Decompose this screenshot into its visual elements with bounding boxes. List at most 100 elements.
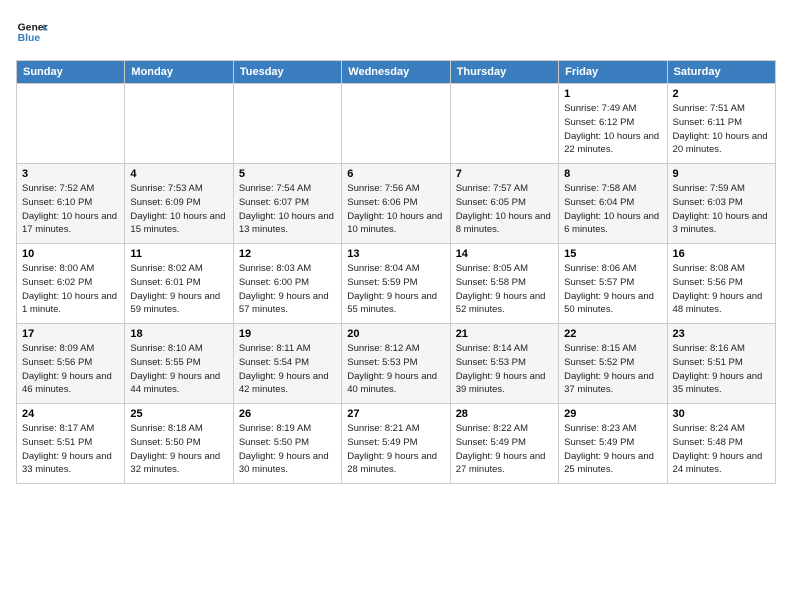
weekday-header: Tuesday bbox=[233, 61, 341, 84]
weekday-header: Thursday bbox=[450, 61, 558, 84]
calendar-cell: 8 Sunrise: 7:58 AM Sunset: 6:04 PM Daylig… bbox=[559, 164, 667, 244]
day-info: Sunrise: 8:12 AM Sunset: 5:53 PM Dayligh… bbox=[347, 342, 444, 397]
day-info: Sunrise: 8:15 AM Sunset: 5:52 PM Dayligh… bbox=[564, 342, 661, 397]
calendar-cell: 24 Sunrise: 8:17 AM Sunset: 5:51 PM Dayli… bbox=[17, 404, 125, 484]
day-info: Sunrise: 7:52 AM Sunset: 6:10 PM Dayligh… bbox=[22, 182, 119, 237]
day-number: 16 bbox=[673, 248, 770, 260]
day-number: 26 bbox=[239, 408, 336, 420]
calendar-cell bbox=[125, 84, 233, 164]
day-info: Sunrise: 8:02 AM Sunset: 6:01 PM Dayligh… bbox=[130, 262, 227, 317]
calendar-cell: 4 Sunrise: 7:53 AM Sunset: 6:09 PM Daylig… bbox=[125, 164, 233, 244]
day-number: 21 bbox=[456, 328, 553, 340]
calendar-cell: 12 Sunrise: 8:03 AM Sunset: 6:00 PM Dayli… bbox=[233, 244, 341, 324]
calendar-cell: 20 Sunrise: 8:12 AM Sunset: 5:53 PM Dayli… bbox=[342, 324, 450, 404]
weekday-header: Monday bbox=[125, 61, 233, 84]
calendar-cell bbox=[233, 84, 341, 164]
calendar-cell: 18 Sunrise: 8:10 AM Sunset: 5:55 PM Dayli… bbox=[125, 324, 233, 404]
calendar-cell: 7 Sunrise: 7:57 AM Sunset: 6:05 PM Daylig… bbox=[450, 164, 558, 244]
day-number: 23 bbox=[673, 328, 770, 340]
day-number: 12 bbox=[239, 248, 336, 260]
day-number: 25 bbox=[130, 408, 227, 420]
day-number: 30 bbox=[673, 408, 770, 420]
day-number: 20 bbox=[347, 328, 444, 340]
calendar-cell: 28 Sunrise: 8:22 AM Sunset: 5:49 PM Dayli… bbox=[450, 404, 558, 484]
calendar-week-row: 17 Sunrise: 8:09 AM Sunset: 5:56 PM Dayli… bbox=[17, 324, 776, 404]
day-number: 3 bbox=[22, 168, 119, 180]
calendar-cell bbox=[17, 84, 125, 164]
calendar-cell: 22 Sunrise: 8:15 AM Sunset: 5:52 PM Dayli… bbox=[559, 324, 667, 404]
day-number: 24 bbox=[22, 408, 119, 420]
calendar-cell: 10Sunrise: 8:00 AM Sunset: 6:02 PM Dayli… bbox=[17, 244, 125, 324]
calendar-cell: 6Sunrise: 7:56 AM Sunset: 6:06 PM Daylig… bbox=[342, 164, 450, 244]
calendar-week-row: 10Sunrise: 8:00 AM Sunset: 6:02 PM Dayli… bbox=[17, 244, 776, 324]
calendar-body: 1 Sunrise: 7:49 AM Sunset: 6:12 PM Daylig… bbox=[17, 84, 776, 484]
day-info: Sunrise: 7:51 AM Sunset: 6:11 PM Dayligh… bbox=[673, 102, 770, 157]
weekday-header: Wednesday bbox=[342, 61, 450, 84]
calendar-cell: 3 Sunrise: 7:52 AM Sunset: 6:10 PM Daylig… bbox=[17, 164, 125, 244]
day-info: Sunrise: 8:03 AM Sunset: 6:00 PM Dayligh… bbox=[239, 262, 336, 317]
day-number: 2 bbox=[673, 88, 770, 100]
day-number: 5 bbox=[239, 168, 336, 180]
day-info: Sunrise: 8:10 AM Sunset: 5:55 PM Dayligh… bbox=[130, 342, 227, 397]
calendar-cell: 16 Sunrise: 8:08 AM Sunset: 5:56 PM Dayli… bbox=[667, 244, 775, 324]
day-number: 4 bbox=[130, 168, 227, 180]
calendar-cell: 1 Sunrise: 7:49 AM Sunset: 6:12 PM Daylig… bbox=[559, 84, 667, 164]
day-info: Sunrise: 8:16 AM Sunset: 5:51 PM Dayligh… bbox=[673, 342, 770, 397]
day-info: Sunrise: 8:08 AM Sunset: 5:56 PM Dayligh… bbox=[673, 262, 770, 317]
day-info: Sunrise: 8:23 AM Sunset: 5:49 PM Dayligh… bbox=[564, 422, 661, 477]
day-info: Sunrise: 8:00 AM Sunset: 6:02 PM Dayligh… bbox=[22, 262, 119, 317]
day-info: Sunrise: 8:14 AM Sunset: 5:53 PM Dayligh… bbox=[456, 342, 553, 397]
day-info: Sunrise: 7:53 AM Sunset: 6:09 PM Dayligh… bbox=[130, 182, 227, 237]
day-number: 28 bbox=[456, 408, 553, 420]
calendar-cell: 17 Sunrise: 8:09 AM Sunset: 5:56 PM Dayli… bbox=[17, 324, 125, 404]
day-info: Sunrise: 7:59 AM Sunset: 6:03 PM Dayligh… bbox=[673, 182, 770, 237]
calendar-header-row: SundayMondayTuesdayWednesdayThursdayFrid… bbox=[17, 61, 776, 84]
calendar-cell: 27 Sunrise: 8:21 AM Sunset: 5:49 PM Dayli… bbox=[342, 404, 450, 484]
calendar-cell: 9Sunrise: 7:59 AM Sunset: 6:03 PM Daylig… bbox=[667, 164, 775, 244]
day-info: Sunrise: 8:09 AM Sunset: 5:56 PM Dayligh… bbox=[22, 342, 119, 397]
day-number: 18 bbox=[130, 328, 227, 340]
day-info: Sunrise: 7:57 AM Sunset: 6:05 PM Dayligh… bbox=[456, 182, 553, 237]
calendar-week-row: 3 Sunrise: 7:52 AM Sunset: 6:10 PM Daylig… bbox=[17, 164, 776, 244]
calendar-cell: 11Sunrise: 8:02 AM Sunset: 6:01 PM Dayli… bbox=[125, 244, 233, 324]
day-number: 14 bbox=[456, 248, 553, 260]
calendar-cell: 15 Sunrise: 8:06 AM Sunset: 5:57 PM Dayli… bbox=[559, 244, 667, 324]
day-info: Sunrise: 8:06 AM Sunset: 5:57 PM Dayligh… bbox=[564, 262, 661, 317]
day-number: 7 bbox=[456, 168, 553, 180]
weekday-header: Friday bbox=[559, 61, 667, 84]
day-info: Sunrise: 8:04 AM Sunset: 5:59 PM Dayligh… bbox=[347, 262, 444, 317]
calendar-cell: 5Sunrise: 7:54 AM Sunset: 6:07 PM Daylig… bbox=[233, 164, 341, 244]
day-number: 17 bbox=[22, 328, 119, 340]
calendar-week-row: 1 Sunrise: 7:49 AM Sunset: 6:12 PM Daylig… bbox=[17, 84, 776, 164]
calendar-cell: 2 Sunrise: 7:51 AM Sunset: 6:11 PM Daylig… bbox=[667, 84, 775, 164]
day-info: Sunrise: 8:17 AM Sunset: 5:51 PM Dayligh… bbox=[22, 422, 119, 477]
day-number: 6 bbox=[347, 168, 444, 180]
day-info: Sunrise: 8:19 AM Sunset: 5:50 PM Dayligh… bbox=[239, 422, 336, 477]
calendar-cell: 14 Sunrise: 8:05 AM Sunset: 5:58 PM Dayli… bbox=[450, 244, 558, 324]
day-info: Sunrise: 8:05 AM Sunset: 5:58 PM Dayligh… bbox=[456, 262, 553, 317]
day-info: Sunrise: 8:11 AM Sunset: 5:54 PM Dayligh… bbox=[239, 342, 336, 397]
day-number: 22 bbox=[564, 328, 661, 340]
calendar-cell: 21 Sunrise: 8:14 AM Sunset: 5:53 PM Dayli… bbox=[450, 324, 558, 404]
calendar-cell: 13 Sunrise: 8:04 AM Sunset: 5:59 PM Dayli… bbox=[342, 244, 450, 324]
svg-text:Blue: Blue bbox=[18, 33, 41, 44]
calendar-cell: 26 Sunrise: 8:19 AM Sunset: 5:50 PM Dayli… bbox=[233, 404, 341, 484]
day-number: 15 bbox=[564, 248, 661, 260]
logo: General Blue bbox=[16, 16, 48, 48]
day-number: 27 bbox=[347, 408, 444, 420]
day-number: 8 bbox=[564, 168, 661, 180]
weekday-header: Saturday bbox=[667, 61, 775, 84]
day-info: Sunrise: 8:22 AM Sunset: 5:49 PM Dayligh… bbox=[456, 422, 553, 477]
calendar-cell bbox=[450, 84, 558, 164]
calendar-cell: 23 Sunrise: 8:16 AM Sunset: 5:51 PM Dayli… bbox=[667, 324, 775, 404]
calendar-cell bbox=[342, 84, 450, 164]
calendar-cell: 25 Sunrise: 8:18 AM Sunset: 5:50 PM Dayli… bbox=[125, 404, 233, 484]
day-info: Sunrise: 8:21 AM Sunset: 5:49 PM Dayligh… bbox=[347, 422, 444, 477]
calendar-cell: 30Sunrise: 8:24 AM Sunset: 5:48 PM Dayli… bbox=[667, 404, 775, 484]
day-info: Sunrise: 7:58 AM Sunset: 6:04 PM Dayligh… bbox=[564, 182, 661, 237]
day-number: 13 bbox=[347, 248, 444, 260]
weekday-header: Sunday bbox=[17, 61, 125, 84]
day-info: Sunrise: 8:18 AM Sunset: 5:50 PM Dayligh… bbox=[130, 422, 227, 477]
day-number: 1 bbox=[564, 88, 661, 100]
day-info: Sunrise: 7:49 AM Sunset: 6:12 PM Dayligh… bbox=[564, 102, 661, 157]
